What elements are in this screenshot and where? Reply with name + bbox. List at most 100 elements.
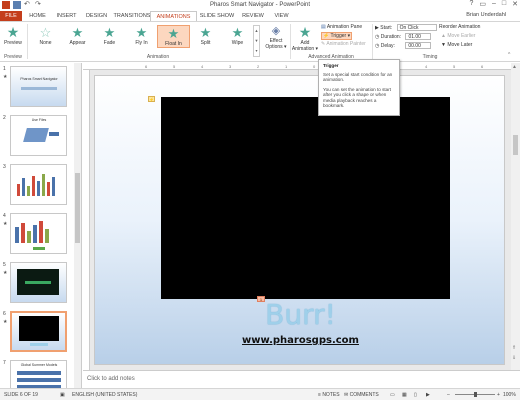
slide-url[interactable]: www.pharosgps.com (95, 335, 506, 346)
gallery-down-icon[interactable]: ▼ (254, 36, 259, 46)
tab-file[interactable]: FILE (0, 11, 22, 21)
animation-none[interactable]: ☆ None (29, 25, 62, 48)
tab-home[interactable]: HOME (25, 11, 50, 21)
thumb-row (17, 371, 61, 375)
tab-review[interactable]: REVIEW (237, 11, 269, 21)
comments-button-label: COMMENTS (349, 392, 379, 398)
notes-pane[interactable]: Click to add notes (83, 370, 520, 388)
effect-options-button[interactable]: ◈ Effect Options ▾ (263, 24, 289, 50)
animation-float-in-label: Float In (165, 41, 182, 47)
thumb-3d-chart (15, 221, 49, 243)
animation-appear[interactable]: ★ Appear (61, 25, 94, 48)
tooltip-text-2: You can set the animation to start after… (323, 86, 392, 109)
reading-view-icon[interactable]: ▯ (414, 392, 417, 398)
preview-button[interactable]: ★ Preview (1, 24, 25, 46)
animation-fade[interactable]: ★ Fade (93, 25, 126, 48)
thumb-number: 2 (3, 115, 6, 121)
start-select[interactable]: On Click (396, 24, 437, 31)
normal-view-icon[interactable]: ▭ (390, 392, 395, 398)
animation-float-in[interactable]: ★ Float In (157, 25, 190, 48)
zoom-level[interactable]: 100% (503, 392, 516, 398)
ruler-tick: 1 (285, 64, 288, 69)
thumb-dark-image (17, 269, 59, 295)
animation-painter-button[interactable]: ✎ Animation Painter (321, 41, 366, 47)
close-button[interactable]: ✕ (512, 0, 518, 8)
notes-button[interactable]: ≡ NOTES (318, 392, 340, 398)
horizontal-ruler: 6 5 4 3 2 1 0 1 2 3 4 5 6 (83, 63, 511, 70)
tab-animations[interactable]: ANIMATIONS (150, 11, 197, 21)
minimize-button[interactable]: – (492, 0, 496, 8)
notes-placeholder[interactable]: Click to add notes (87, 376, 135, 382)
editor-scroll-thumb[interactable] (513, 135, 518, 155)
duration-field[interactable]: 01.00 (405, 33, 432, 40)
slide-thumbnail-7[interactable]: Global Summer Models (10, 360, 67, 388)
collapse-ribbon-icon[interactable]: ^ (508, 52, 510, 58)
gallery-scroll[interactable]: ▲ ▼ ▾ (253, 25, 260, 57)
slide-thumbnail-1[interactable]: Pharos Smart Navigator (10, 66, 67, 107)
zoom-in-icon[interactable]: + (497, 392, 500, 398)
animation-tag-icon[interactable]: ⚡ (148, 96, 155, 102)
ribbon-display-button[interactable]: ▭ (479, 0, 486, 8)
thumbnails-scrollbar[interactable] (74, 63, 81, 388)
thumb-line (21, 87, 57, 90)
animation-wipe[interactable]: ★ Wipe (221, 25, 254, 48)
animation-split-label: Split (200, 40, 211, 46)
slide-canvas[interactable]: ⚡ 1 Burr! www.pharosgps.com (94, 75, 505, 365)
slide-thumbnail-3[interactable] (10, 164, 67, 205)
move-earlier-button[interactable]: ▲ Move Earlier (441, 33, 475, 39)
video-object[interactable] (161, 97, 450, 299)
slide-editor: 6 5 4 3 2 1 0 1 2 3 4 5 6 ⚡ 1 Burr! www.… (83, 63, 511, 370)
tab-insert[interactable]: INSERT (52, 11, 81, 21)
delay-row: ◷ Delay: 00.00 (375, 42, 432, 49)
animation-marker-icon: ★ (3, 74, 8, 80)
animation-fly-in[interactable]: ★ Fly In (125, 25, 158, 48)
tooltip-text-1: Set a special start condition for an ani… (323, 71, 393, 83)
slide-thumbnail-6[interactable] (10, 311, 67, 352)
thumbnails-scroll-thumb[interactable] (75, 173, 80, 243)
thumb-number: 1 (3, 66, 6, 72)
maximize-button[interactable]: □ (502, 0, 506, 8)
zoom-slider-thumb[interactable] (474, 392, 477, 397)
thumb-caption (33, 247, 45, 250)
scroll-up-icon[interactable]: ▲ (512, 64, 517, 70)
language-status[interactable]: ENGLISH (UNITED STATES) (72, 392, 137, 398)
animation-marker-icon: ★ (3, 221, 8, 227)
tab-view[interactable]: VIEW (269, 11, 294, 21)
slide-thumbnail-4[interactable] (10, 213, 67, 254)
tab-slide-show[interactable]: SLIDE SHOW (197, 11, 237, 21)
editor-scrollbar[interactable]: ▲ ⇑ ⇓ (511, 63, 520, 370)
prev-slide-icon[interactable]: ⇑ (512, 345, 516, 351)
animation-fade-label: Fade (103, 40, 116, 46)
fade-star-icon: ★ (103, 25, 116, 40)
slide-thumbnail-5[interactable] (10, 262, 67, 303)
group-label-preview: Preview (4, 54, 22, 60)
animation-split[interactable]: ★ Split (189, 25, 222, 48)
tab-transitions[interactable]: TRANSITIONS (112, 11, 152, 21)
tooltip-title: Trigger (323, 63, 339, 68)
add-animation-button[interactable]: ★ Add Animation ▾ (291, 24, 319, 52)
slide-thumbnail-2[interactable]: Use Files (10, 115, 67, 156)
slide-counter: SLIDE 6 OF 19 (4, 392, 38, 398)
ribbon-tabs: FILE HOME INSERT DESIGN TRANSITIONS ANIM… (0, 11, 520, 21)
ruler-tick: 6 (481, 64, 484, 69)
spelling-icon[interactable]: ▣ (60, 392, 65, 398)
delay-field[interactable]: 00.00 (405, 42, 432, 49)
trigger-button[interactable]: ⚡ Trigger ▾ (321, 32, 353, 40)
vertical-ruler (83, 70, 90, 370)
tab-design[interactable]: DESIGN (82, 11, 111, 21)
slide-heading[interactable]: Burr! (95, 298, 506, 331)
slide-sorter-icon[interactable]: ▦ (402, 392, 407, 398)
animation-pane-button[interactable]: ▤ Animation Pane (321, 24, 362, 30)
none-star-icon: ☆ (39, 25, 52, 40)
thumb-number: 3 (3, 164, 6, 170)
comments-button[interactable]: ✉ COMMENTS (344, 392, 379, 398)
gallery-up-icon[interactable]: ▲ (254, 26, 259, 36)
zoom-out-icon[interactable]: – (447, 392, 450, 398)
slide-show-icon[interactable]: ▶ (426, 392, 430, 398)
move-later-button[interactable]: ▼ Move Later (441, 42, 472, 48)
help-button[interactable]: ? (469, 0, 473, 8)
trigger-tooltip: Trigger Set a special start condition fo… (318, 59, 400, 116)
user-name[interactable]: Brian Underdahl (466, 12, 506, 18)
thumb-number: 6 (3, 311, 6, 317)
next-slide-icon[interactable]: ⇓ (512, 355, 516, 361)
